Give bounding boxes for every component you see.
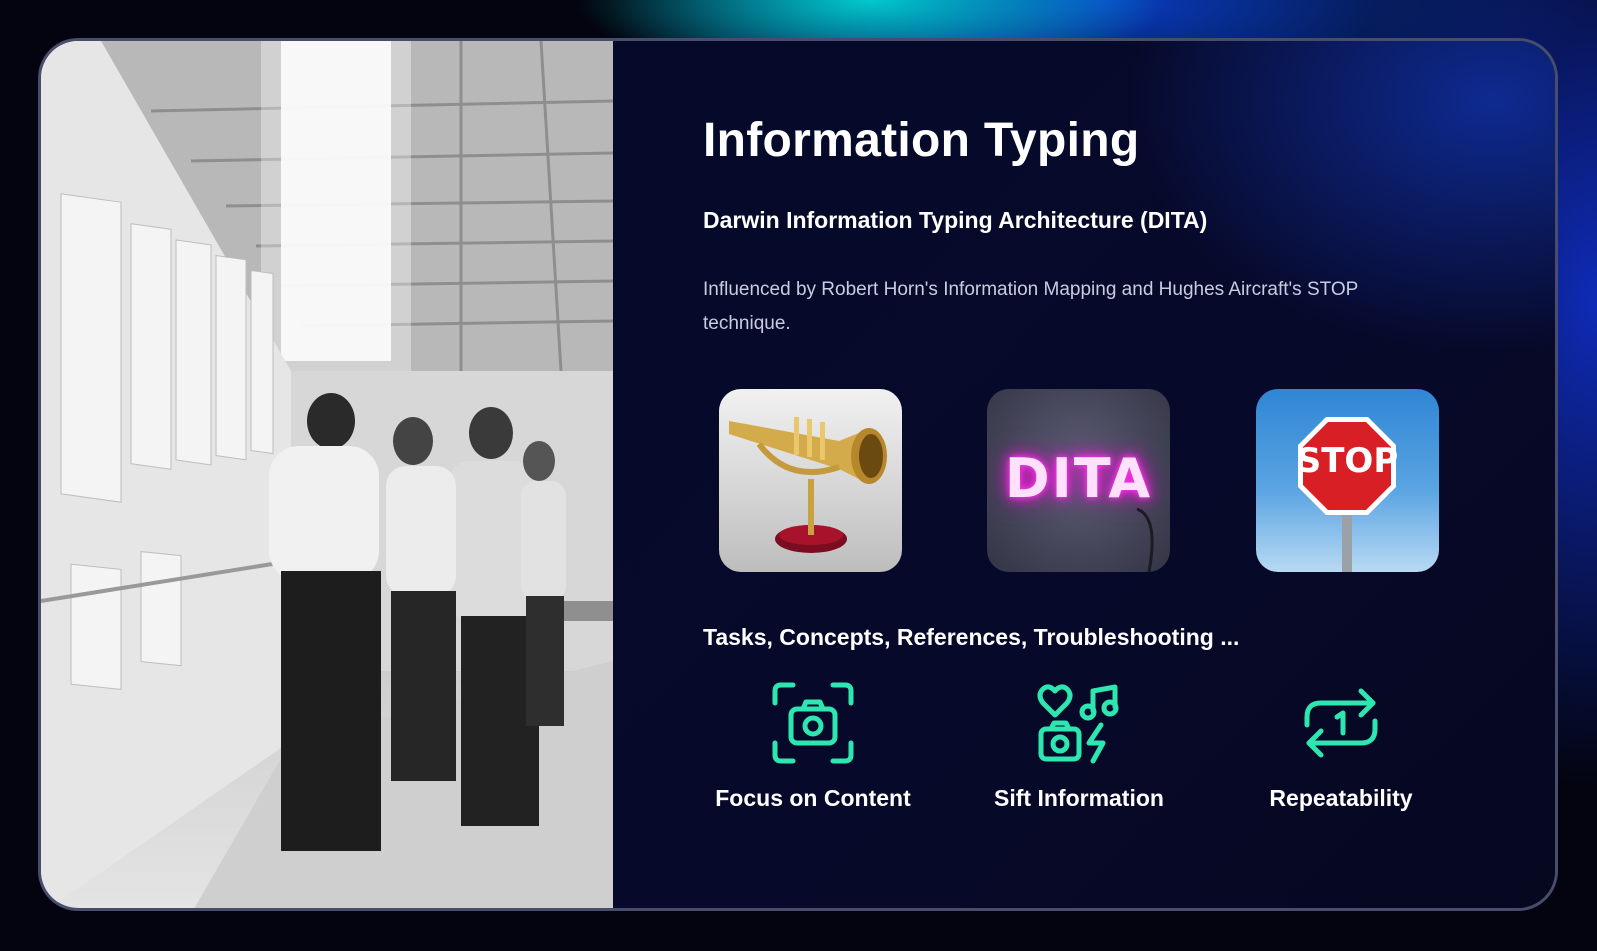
repeat-one-icon xyxy=(1304,688,1378,758)
slide-description: Influenced by Robert Horn's Information … xyxy=(703,279,1359,334)
slide-title: Information Typing xyxy=(703,114,1140,167)
slide-card: Information Typing Darwin Information Ty… xyxy=(38,38,1558,911)
feature-label: Focus on Content xyxy=(715,785,911,811)
feature-label: Sift Information xyxy=(994,785,1164,811)
stop-sign-text: STOP xyxy=(1296,441,1399,481)
content-panel: Information Typing Darwin Information Ty… xyxy=(613,41,1555,908)
feature-sift-information: Sift Information xyxy=(949,681,1209,812)
neon-cable-icon xyxy=(1136,507,1154,572)
historic-office-photo xyxy=(41,41,613,908)
feature-focus-on-content: Focus on Content xyxy=(683,681,943,812)
camera-focus-icon xyxy=(772,682,854,764)
trumpet-icon xyxy=(729,417,887,553)
office-photo-illustration xyxy=(41,41,613,908)
dita-neon-sign: DITA xyxy=(987,389,1170,572)
info-types-line: Tasks, Concepts, References, Troubleshoo… xyxy=(703,624,1240,650)
stop-sign: STOP xyxy=(1256,389,1439,572)
media-sift-icon xyxy=(1037,684,1119,764)
feature-label: Repeatability xyxy=(1269,785,1413,811)
feature-repeatability: Repeatability xyxy=(1211,681,1471,812)
slide-subtitle: Darwin Information Typing Architecture (… xyxy=(703,207,1208,233)
trumpet-image xyxy=(719,389,902,572)
